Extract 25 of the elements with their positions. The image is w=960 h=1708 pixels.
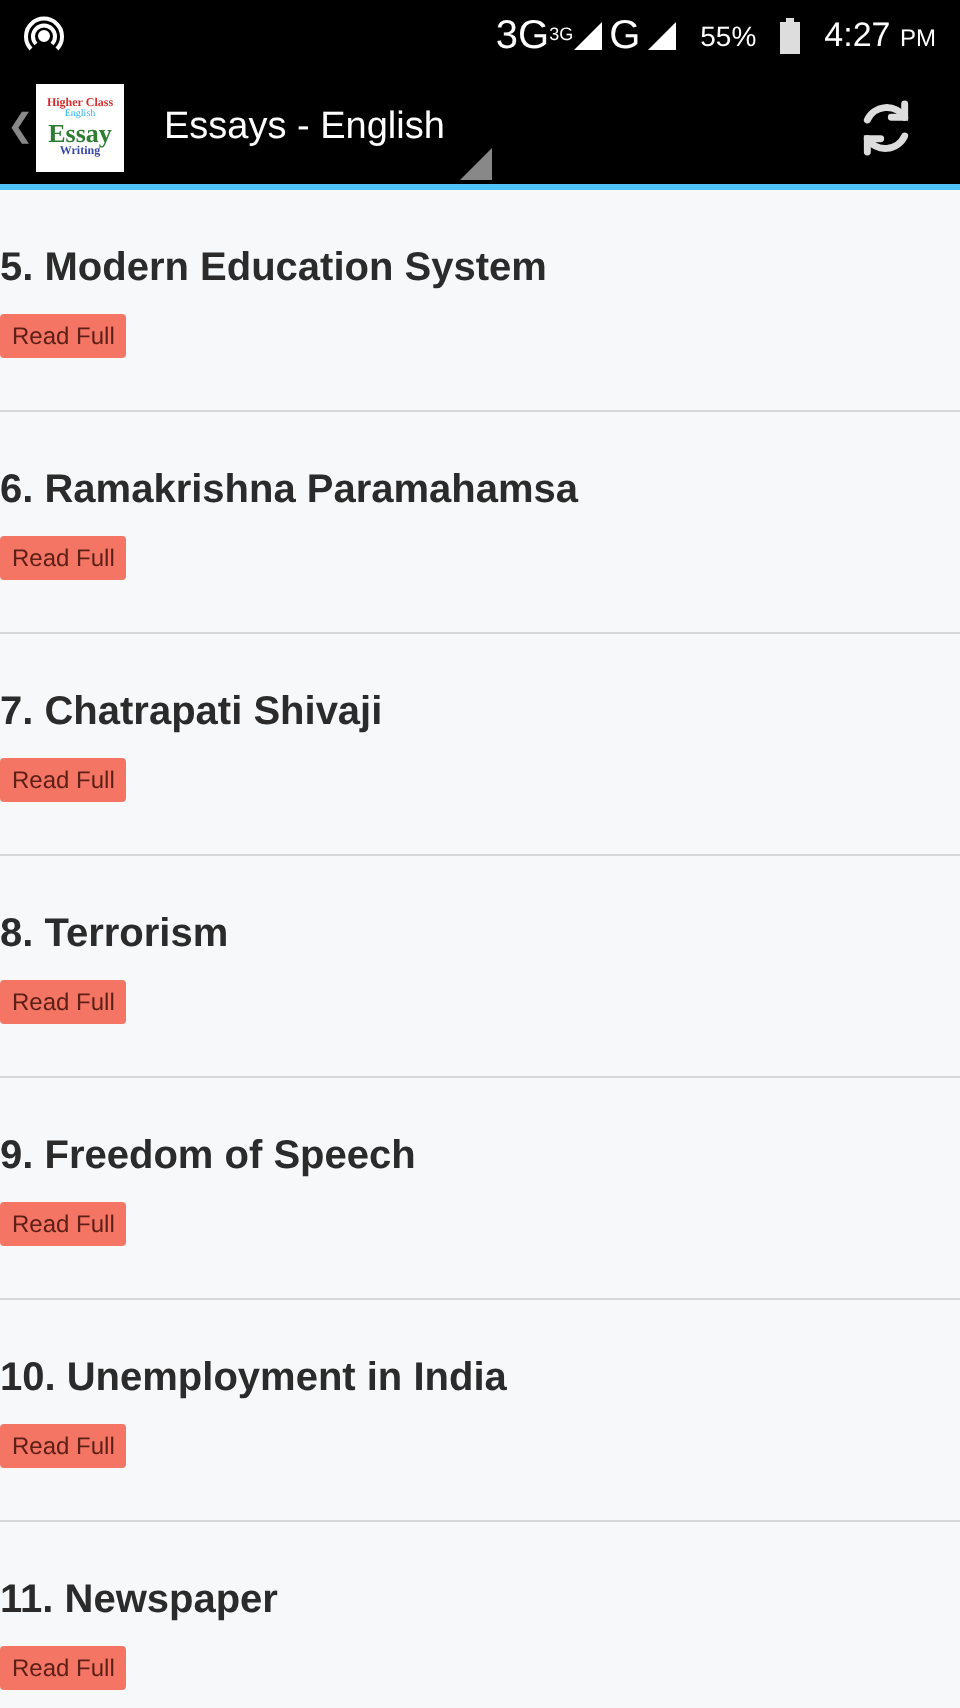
essay-title: 6. Ramakrishna Paramahamsa xyxy=(0,466,579,516)
essay-title: 5. Modern Education System xyxy=(0,244,547,294)
signal-icon xyxy=(648,22,677,50)
battery-percent: 55% xyxy=(700,17,757,55)
screen-title[interactable]: Essays - English xyxy=(164,99,445,157)
essay-title: 11. Newspaper xyxy=(0,1576,278,1626)
essay-title: 10. Unemployment in India xyxy=(0,1354,507,1404)
read-full-button[interactable]: Read Full xyxy=(0,1646,127,1690)
essay-title: 8. Terrorism xyxy=(0,910,229,960)
network-label: G xyxy=(609,12,641,62)
essay-title: 9. Freedom of Speech xyxy=(0,1132,416,1182)
read-full-button[interactable]: Read Full xyxy=(0,314,127,358)
hotspot-icon xyxy=(24,16,64,56)
network-label: 3G$^{3G}$ xyxy=(495,12,574,62)
clock: 4:27 PM xyxy=(824,14,936,59)
read-full-button[interactable]: Read Full xyxy=(0,1202,127,1246)
read-full-button[interactable]: Read Full xyxy=(0,758,127,802)
battery-icon xyxy=(780,18,801,54)
dropdown-corner-icon xyxy=(460,148,492,180)
read-full-button[interactable]: Read Full xyxy=(0,1424,127,1468)
read-full-button[interactable]: Read Full xyxy=(0,536,127,580)
signal-icon xyxy=(573,22,602,50)
read-full-button[interactable]: Read Full xyxy=(0,980,127,1024)
essay-title: 7. Chatrapati Shivaji xyxy=(0,688,383,738)
back-button[interactable]: ❮ xyxy=(4,104,36,152)
